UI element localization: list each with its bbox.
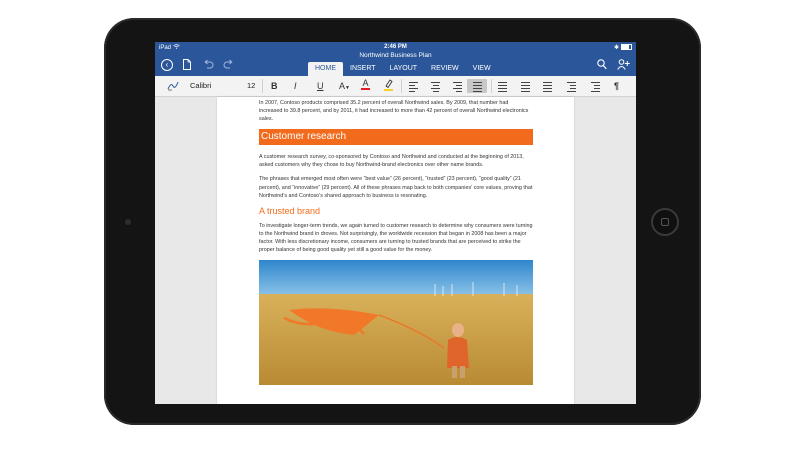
font-color-letter: A [362, 78, 369, 88]
bullet-list-icon[interactable] [521, 82, 530, 94]
italic-button[interactable]: I [294, 80, 297, 92]
numbered-list-icon[interactable] [543, 82, 552, 94]
font-size-field[interactable]: 12 [247, 81, 255, 90]
bold-button[interactable]: B [271, 80, 278, 92]
intro-paragraph[interactable]: In 2007, Contoso products comprised 35.2… [259, 99, 533, 123]
paragraph-survey[interactable]: A customer research survey, co-sponsored… [259, 153, 533, 169]
ribbon-header: iPad 2:46 PM ✱ Northwind Business Plan ‹… [155, 42, 636, 76]
toolbar-divider [491, 79, 492, 93]
tab-review[interactable]: REVIEW [424, 62, 466, 76]
undo-icon[interactable] [203, 59, 214, 73]
toolbar-divider [401, 79, 402, 93]
tab-home[interactable]: HOME [308, 62, 343, 76]
decrease-indent-icon[interactable] [567, 82, 576, 94]
home-button-icon [661, 218, 669, 226]
redo-icon[interactable] [223, 59, 234, 73]
document-title[interactable]: Northwind Business Plan [155, 52, 636, 59]
photo-image [259, 260, 533, 386]
underline-button[interactable]: U [317, 80, 324, 92]
status-time: 2:46 PM [384, 44, 407, 50]
file-icon[interactable] [183, 59, 191, 73]
line-spacing-icon[interactable] [498, 82, 507, 94]
status-right: ✱ [614, 44, 632, 51]
heading-customer-research[interactable]: Customer research [259, 129, 533, 146]
tab-view[interactable]: VIEW [466, 62, 498, 76]
align-center-icon[interactable] [431, 82, 440, 94]
tab-layout[interactable]: LAYOUT [383, 62, 425, 76]
format-painter-icon[interactable] [167, 80, 179, 94]
align-right-icon[interactable] [453, 82, 462, 94]
front-camera [125, 219, 131, 225]
bluetooth-icon: ✱ [613, 45, 619, 51]
justify-icon[interactable] [473, 82, 482, 94]
formatting-toolbar: Calibri 12 B I U A▼ A ¶ [155, 76, 636, 97]
heading-trusted-brand[interactable]: A trusted brand [259, 206, 533, 216]
font-color-button[interactable]: A [361, 78, 370, 90]
ribbon-tabs: HOME INSERT LAYOUT REVIEW VIEW [308, 62, 498, 76]
document-page[interactable]: In 2007, Contoso products comprised 35.2… [217, 97, 574, 404]
kite-field-photo[interactable] [259, 260, 533, 386]
home-button[interactable] [651, 208, 679, 236]
back-button[interactable]: ‹ [161, 59, 173, 71]
paragraph-marks-button[interactable]: ¶ [614, 80, 619, 92]
share-icon[interactable] [617, 59, 630, 73]
paragraph-trends[interactable]: To investigate longer-term trends, we ag… [259, 222, 533, 254]
tab-insert[interactable]: INSERT [343, 62, 383, 76]
text-effects-button[interactable]: A▼ [339, 80, 350, 94]
increase-indent-icon[interactable] [591, 82, 600, 94]
chevron-down-icon: ▼ [345, 85, 350, 91]
font-color-swatch [361, 88, 370, 90]
paragraph-phrases[interactable]: The phrases that emerged most often were… [259, 175, 533, 199]
toolbar-divider [262, 79, 263, 93]
search-icon[interactable] [597, 59, 607, 73]
screen: iPad 2:46 PM ✱ Northwind Business Plan ‹… [155, 42, 636, 404]
align-left-icon[interactable] [409, 82, 418, 94]
document-body[interactable]: In 2007, Contoso products comprised 35.2… [259, 99, 533, 386]
battery-icon [621, 44, 632, 51]
font-name-field[interactable]: Calibri [190, 81, 211, 90]
highlight-button[interactable] [383, 79, 394, 94]
